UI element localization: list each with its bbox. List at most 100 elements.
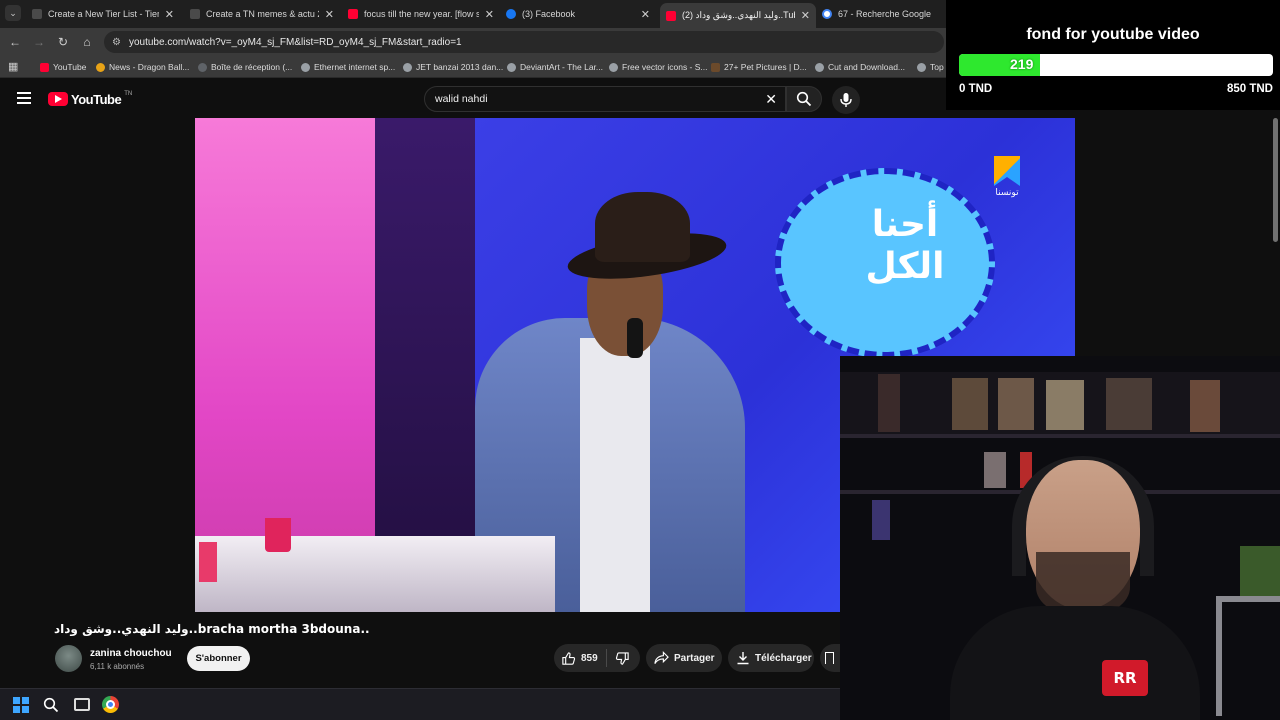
- subscriber-count: 6,11 k abonnés: [90, 662, 145, 671]
- youtube-logo[interactable]: YouTube TN: [48, 91, 132, 107]
- bookmark-item[interactable]: Boîte de réception (...: [198, 60, 292, 74]
- donation-goal-overlay: fond for youtube video 219 0 TND 850 TND: [946, 0, 1280, 110]
- tv-channel-logo: تونسنا: [987, 156, 1027, 220]
- bookmark-item[interactable]: 27+ Pet Pictures | D...: [711, 60, 807, 74]
- video-info-panel: وليد النهدي..وشق وداد..bracha mortha 3bd…: [0, 612, 840, 688]
- subscribe-button[interactable]: S'abonner: [187, 646, 250, 671]
- tab-search-dropdown[interactable]: ⌄: [5, 5, 21, 21]
- reload-icon[interactable]: ↻: [55, 34, 71, 50]
- bookmark-label: News - Dragon Ball...: [109, 62, 190, 72]
- donation-min-label: 0 TND: [959, 83, 993, 95]
- download-button[interactable]: Télécharger: [728, 644, 814, 672]
- browser-tab[interactable]: Create a New Tier List - TierMaker ✕: [28, 3, 178, 25]
- youtube-icon: [40, 62, 49, 72]
- browser-tab[interactable]: Create a TN memes & actu 2024 ✕: [186, 3, 338, 25]
- microphone-arm: [1216, 596, 1280, 716]
- close-tab-icon[interactable]: ✕: [325, 8, 334, 21]
- channel-name[interactable]: zanina chouchou: [90, 648, 172, 659]
- globe-icon: [403, 62, 412, 72]
- search-icon[interactable]: [43, 697, 59, 713]
- like-button[interactable]: 859: [554, 644, 598, 672]
- like-dislike-group: 859: [554, 644, 640, 672]
- hoodie-patch-logo: RR: [1102, 660, 1148, 696]
- facebook-favicon-icon: [506, 9, 516, 19]
- close-tab-icon[interactable]: ✕: [485, 8, 494, 21]
- globe-icon: [917, 62, 926, 72]
- show-title: أحنا الكل: [845, 204, 965, 288]
- channel-avatar[interactable]: [55, 645, 82, 672]
- bookmark-label: DeviantArt - The Lar...: [520, 62, 603, 72]
- mail-icon: [198, 62, 207, 72]
- shelf-book: [1190, 380, 1220, 432]
- thumbs-up-icon: [562, 651, 576, 665]
- back-arrow-icon[interactable]: ←: [7, 34, 23, 50]
- clear-search-icon[interactable]: ✕: [765, 91, 777, 108]
- page-scrollbar[interactable]: [1271, 118, 1280, 356]
- site-info-icon[interactable]: ⚙: [112, 37, 121, 48]
- bookmark-item[interactable]: JET banzai 2013 dan...: [403, 60, 503, 74]
- bookmark-item[interactable]: YouTube: [40, 60, 86, 74]
- shelf-item: [1240, 546, 1280, 600]
- search-button[interactable]: [786, 86, 822, 112]
- chrome-icon[interactable]: [102, 696, 119, 713]
- tab-title: focus till the new year. [flow state]: [364, 9, 479, 19]
- tv-logo-text: تونسنا: [995, 188, 1019, 198]
- singer-shirt: [580, 338, 650, 612]
- browser-tab[interactable]: focus till the new year. [flow state] ✕: [344, 3, 498, 25]
- bookmark-item[interactable]: Ethernet internet sp...: [301, 60, 395, 74]
- pet-icon: [711, 62, 720, 72]
- share-label: Partager: [674, 652, 715, 664]
- bookmark-label: Free vector icons - S...: [622, 62, 708, 72]
- bookmark-label: 27+ Pet Pictures | D...: [724, 62, 807, 72]
- red-cup: [265, 518, 291, 552]
- youtube-play-icon: [48, 92, 68, 106]
- bookmark-label: Cut and Download...: [828, 62, 906, 72]
- save-button[interactable]: [820, 644, 840, 672]
- shelf-book: [1106, 378, 1152, 430]
- tab-title: Create a TN memes & actu 2024: [206, 9, 319, 19]
- url-text: youtube.com/watch?v=_oyM4_sj_FM&list=RD_…: [128, 36, 462, 48]
- windows-taskbar: [0, 688, 840, 720]
- shelf-book: [1046, 380, 1084, 430]
- bookmark-item[interactable]: Top: [917, 60, 944, 74]
- browser-tab[interactable]: (3) Facebook ✕: [502, 3, 654, 25]
- shelf-board: [840, 434, 1280, 438]
- thumbs-down-icon: [615, 651, 629, 665]
- scrollbar-thumb[interactable]: [1273, 118, 1278, 242]
- microphone: [627, 318, 643, 358]
- close-tab-icon[interactable]: ✕: [801, 9, 810, 22]
- bookmark-item[interactable]: News - Dragon Ball...: [96, 60, 189, 74]
- task-view-icon[interactable]: [74, 698, 90, 711]
- donation-title: fond for youtube video: [1026, 26, 1200, 43]
- country-code: TN: [124, 91, 133, 97]
- address-bar[interactable]: ⚙ youtube.com/watch?v=_oyM4_sj_FM&list=R…: [104, 31, 944, 53]
- share-arrow-icon: [654, 651, 669, 664]
- browser-tab[interactable]: 67 - Recherche Google: [818, 3, 944, 25]
- tab-title: 67 - Recherche Google: [838, 9, 932, 19]
- donation-progress-track: 219: [959, 54, 1273, 76]
- browser-tab-active[interactable]: (2) وليد النهدي..وشق وداد..Tube ✕: [660, 3, 816, 28]
- menu-icon[interactable]: [17, 92, 31, 104]
- bookmark-item[interactable]: DeviantArt - The Lar...: [507, 60, 603, 74]
- google-favicon-icon: [822, 9, 832, 19]
- bookmark-item[interactable]: Free vector icons - S...: [609, 60, 708, 74]
- share-button[interactable]: Partager: [646, 644, 722, 672]
- tiermaker-favicon-icon: [32, 9, 42, 19]
- dislike-button[interactable]: [607, 644, 630, 672]
- video-title: وليد النهدي..وشق وداد..bracha mortha 3bd…: [54, 622, 370, 636]
- singer-hat-crown: [595, 192, 690, 262]
- windows-start-icon[interactable]: [13, 697, 29, 713]
- search-input[interactable]: walid nahdi ✕: [424, 86, 786, 112]
- show-title-line: أحنا: [871, 204, 939, 245]
- donation-max-label: 850 TND: [1226, 83, 1273, 95]
- bookmark-item[interactable]: Cut and Download...: [815, 60, 905, 74]
- apps-grid-icon[interactable]: ▦: [8, 60, 18, 73]
- close-tab-icon[interactable]: ✕: [165, 8, 174, 21]
- home-icon[interactable]: ⌂: [79, 34, 95, 50]
- forward-arrow-icon[interactable]: →: [31, 34, 47, 50]
- shelf-book: [878, 374, 900, 432]
- close-tab-icon[interactable]: ✕: [641, 8, 650, 21]
- tab-title: (3) Facebook: [522, 9, 576, 19]
- microphone-icon: [840, 93, 852, 107]
- voice-search-button[interactable]: [832, 86, 860, 114]
